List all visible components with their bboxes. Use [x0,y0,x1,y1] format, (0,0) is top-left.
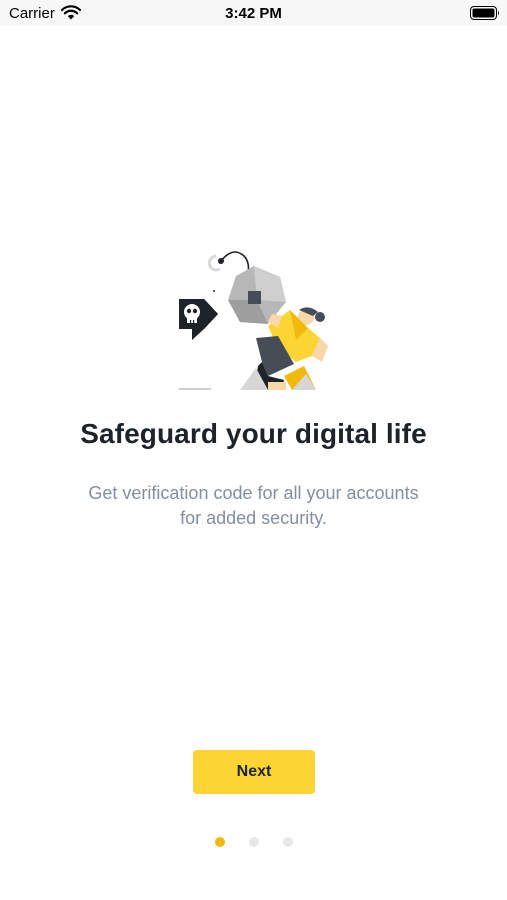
status-bar: Carrier 3:42 PM [0,0,507,26]
battery-full-icon [470,6,499,20]
clock-time: 3:42 PM [225,5,282,22]
subtitle-line-2: for added security. [180,508,327,528]
page-indicator[interactable] [0,837,507,848]
page-dot-2[interactable] [249,837,259,847]
page-dot-1[interactable] [215,837,225,847]
next-button[interactable]: Next [193,750,315,794]
onboarding-title: Safeguard your digital life [80,418,427,449]
subtitle-line-1: Get verification code for all your accou… [88,483,419,503]
page-dot-3[interactable] [283,837,293,847]
security-lock-illustration [179,251,328,390]
onboarding-subtitle: Get verification code for all your accou… [0,481,507,531]
